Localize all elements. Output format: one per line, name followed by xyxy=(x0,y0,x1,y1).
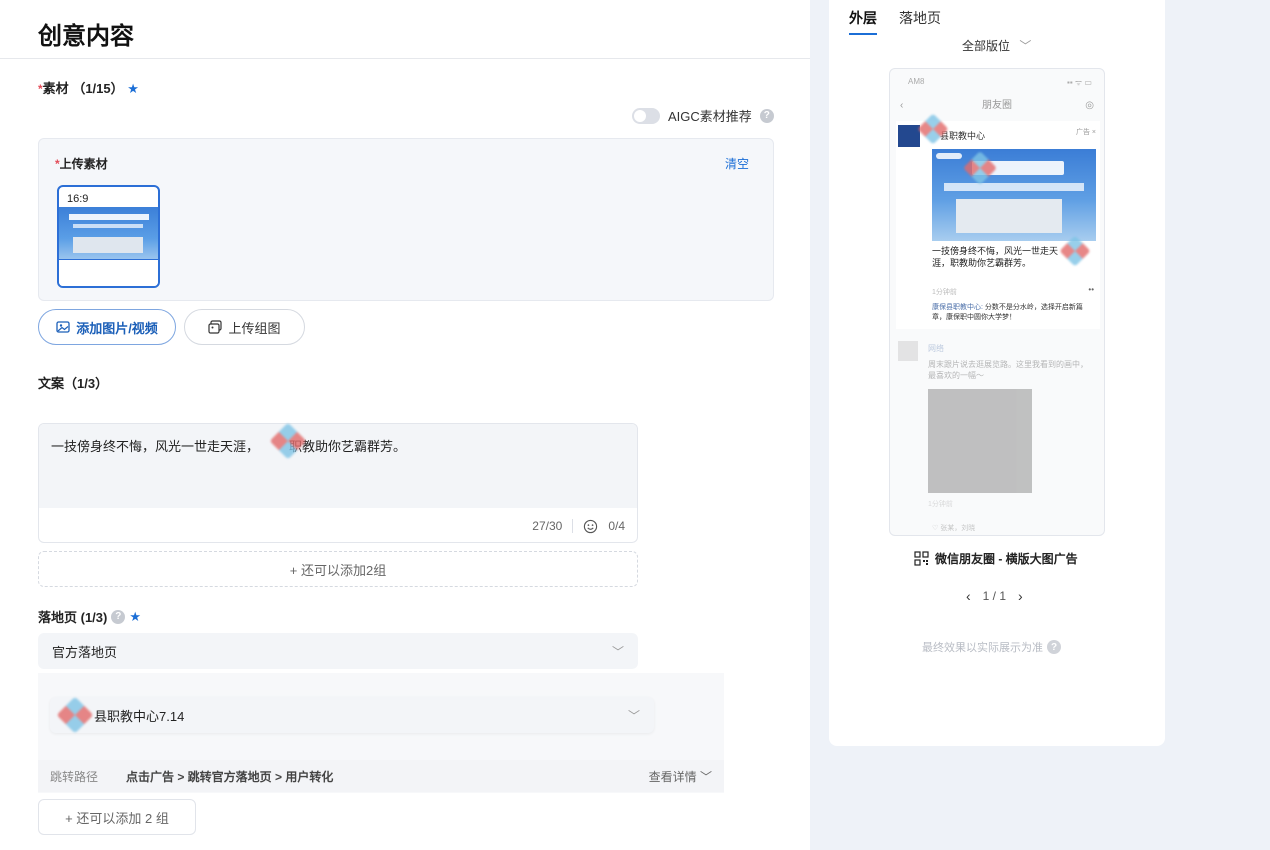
status-time: AM8 xyxy=(908,77,925,86)
ad-caption: 一技傍身终不悔，风光一世走天涯，职教助你艺霸群芳。 xyxy=(932,246,1059,268)
add-media-label: 添加图片/视频 xyxy=(76,320,158,336)
ad-format-label: 微信朋友圈 - 横版大图广告 xyxy=(935,552,1078,566)
tab-outer[interactable]: 外层 xyxy=(849,8,877,28)
status-icons: ▪▪ ᯤ ▭ xyxy=(1067,78,1092,87)
ad-tag: 广告 × xyxy=(1075,129,1096,136)
upload-title: *上传素材 xyxy=(55,155,108,172)
landing-label: 落地页 (1/3) xyxy=(38,610,108,625)
page-title: 创意内容 xyxy=(38,23,134,50)
feed-avatar xyxy=(898,341,918,361)
view-details-label: 查看详情 xyxy=(648,769,697,784)
landing-section-label: 落地页 (1/3) ? ★ xyxy=(38,607,141,626)
ad-account-name: 县职教中心 xyxy=(940,131,986,141)
feed-name: 网络 xyxy=(928,344,944,353)
landing-type-select[interactable]: 官方落地页 ﹀ xyxy=(38,633,638,669)
page-indicator: 1 / 1 xyxy=(982,589,1007,603)
upload-group-button[interactable]: 上传组图 xyxy=(184,309,305,345)
ad-format-caption: 微信朋友圈 - 横版大图广告 xyxy=(914,550,1078,567)
title-divider xyxy=(0,58,810,59)
landing-type-value: 官方落地页 xyxy=(52,644,118,660)
ad-comment-name: 康保县职教中心: xyxy=(932,304,983,311)
jump-path-row: 跳转路径 点击广告 > 跳转官方落地页 > 用户转化 查看详情 ﹀ xyxy=(38,760,724,792)
upload-title-text: 上传素材 xyxy=(59,157,108,171)
final-effect-note: 最终效果以实际展示为准 ? xyxy=(922,639,1061,655)
aspect-ratio-label: 16:9 xyxy=(67,193,89,205)
chevron-down-icon: ﹀ xyxy=(611,644,624,659)
position-select-value: 全部版位 xyxy=(962,39,1011,53)
next-page-icon[interactable]: › xyxy=(1018,588,1023,604)
feed-meta: 1分钟前 xyxy=(928,501,953,508)
tab-landing[interactable]: 落地页 xyxy=(899,8,941,28)
position-select[interactable]: 全部版位 ﹀ xyxy=(962,37,1031,54)
landing-page-value: 县职教中心7.14 xyxy=(94,708,185,724)
copy-text-area[interactable]: 一技傍身终不悔，风光一世走天涯， 职教助你艺霸群芳。 xyxy=(39,424,637,508)
active-tab-indicator xyxy=(849,33,877,35)
thumbnail-title-bar xyxy=(69,214,149,220)
ad-comment: 康保县职教中心: 分数不是分水岭，选择开启新篇章，康保职中圆你大学梦！ xyxy=(932,303,1092,323)
add-media-button[interactable]: 添加图片/视频 xyxy=(38,309,176,345)
ad-avatar xyxy=(898,125,920,147)
thumbnail-building xyxy=(73,237,143,253)
add-copy-group-button[interactable]: + 还可以添加2组 xyxy=(38,551,638,587)
feed-likes: ♡ 张某，刘晓 xyxy=(932,525,976,532)
chevron-down-icon: ﹀ xyxy=(627,708,640,723)
thumbnail-footer xyxy=(59,259,158,286)
final-note-text: 最终效果以实际展示为准 xyxy=(922,642,1043,654)
chevron-down-icon: ﹀ xyxy=(699,769,712,784)
ad-more-icon: •• xyxy=(1088,285,1094,294)
feed-post: 网络 周末跟片说去逛展览路。这里我看到的画中，最喜欢的一幅～ 1分钟前 ♡ 张某… xyxy=(896,337,1100,535)
gallery-icon xyxy=(208,320,223,334)
thumbnail-image xyxy=(59,207,158,259)
aigc-label: AIGC素材推荐 xyxy=(668,109,752,124)
material-label: 素材 xyxy=(42,81,69,96)
image-icon xyxy=(56,321,70,333)
copy-textbox-footer: 27/30 0/4 xyxy=(39,508,637,542)
star-icon: ★ xyxy=(129,608,141,624)
view-details-link[interactable]: 查看详情 ﹀ xyxy=(649,768,712,785)
char-count: 27/30 xyxy=(532,519,563,533)
help-icon[interactable]: ? xyxy=(1047,640,1061,654)
camera-icon: ◎ xyxy=(1085,100,1094,111)
preview-pager: ‹ 1 / 1 › xyxy=(966,588,1023,604)
material-thumbnail[interactable]: 16:9 xyxy=(57,185,160,288)
ad-meta: 1分钟前 xyxy=(932,289,957,296)
moments-title: 朋友圈 xyxy=(982,100,1012,111)
prev-page-icon[interactable]: ‹ xyxy=(966,588,971,604)
copy-textbox[interactable]: 一技傍身终不悔，风光一世走天涯， 职教助你艺霸群芳。 27/30 0/4 xyxy=(38,423,638,543)
ad-image-subtitle xyxy=(944,183,1084,191)
qrcode-icon[interactable] xyxy=(914,551,929,566)
copy-text-part2: 职教助你艺霸群芳。 xyxy=(289,439,407,454)
help-icon[interactable]: ? xyxy=(111,609,126,624)
feed-image xyxy=(928,389,1032,493)
chevron-down-icon: ﹀ xyxy=(1019,39,1032,53)
copy-section-label: 文案（1/3） xyxy=(38,376,109,391)
feed-text: 周末跟片说去逛展览路。这里我看到的画中，最喜欢的一幅～ xyxy=(928,360,1088,380)
ad-image-tag xyxy=(936,153,962,159)
material-section-label: *素材 （1/15） ★ xyxy=(38,78,139,97)
help-icon[interactable]: ? xyxy=(759,108,774,123)
clear-button[interactable]: 清空 xyxy=(725,155,749,172)
thumbnail-subtitle-bar xyxy=(73,224,143,228)
path-label: 跳转路径 xyxy=(50,769,99,784)
moments-nav: ‹ 朋友圈 ◎ xyxy=(890,95,1104,117)
back-icon: ‹ xyxy=(900,100,904,111)
copy-text-part1: 一技傍身终不悔，风光一世走天涯， xyxy=(51,439,260,454)
star-icon: ★ xyxy=(127,81,139,96)
add-landing-group-button[interactable]: + 还可以添加 2 组 xyxy=(38,799,196,835)
ad-image xyxy=(932,149,1096,241)
material-count: （1/15） xyxy=(72,81,124,96)
upload-material-box: *上传素材 清空 16:9 xyxy=(38,138,774,301)
emoji-count: 0/4 xyxy=(608,519,625,533)
emoji-icon[interactable] xyxy=(583,519,598,534)
aigc-toggle[interactable] xyxy=(632,107,660,124)
phone-preview: AM8 ▪▪ ᯤ ▭ ‹ 朋友圈 ◎ 县职教中心 广告 × 一技傍身终不悔，风光… xyxy=(889,68,1105,536)
ad-image-building xyxy=(956,199,1062,233)
upload-group-label: 上传组图 xyxy=(228,320,281,336)
ad-post: 县职教中心 广告 × 一技傍身终不悔，风光一世走天涯，职教助你艺霸群芳。 1分钟… xyxy=(896,121,1100,329)
footer-separator xyxy=(572,519,574,533)
path-value: 点击广告 > 跳转官方落地页 > 用户转化 xyxy=(126,769,334,784)
landing-page-select[interactable]: 县职教中心7.14 ﹀ xyxy=(50,697,654,733)
aigc-toggle-row: AIGC素材推荐 ? xyxy=(632,106,774,125)
